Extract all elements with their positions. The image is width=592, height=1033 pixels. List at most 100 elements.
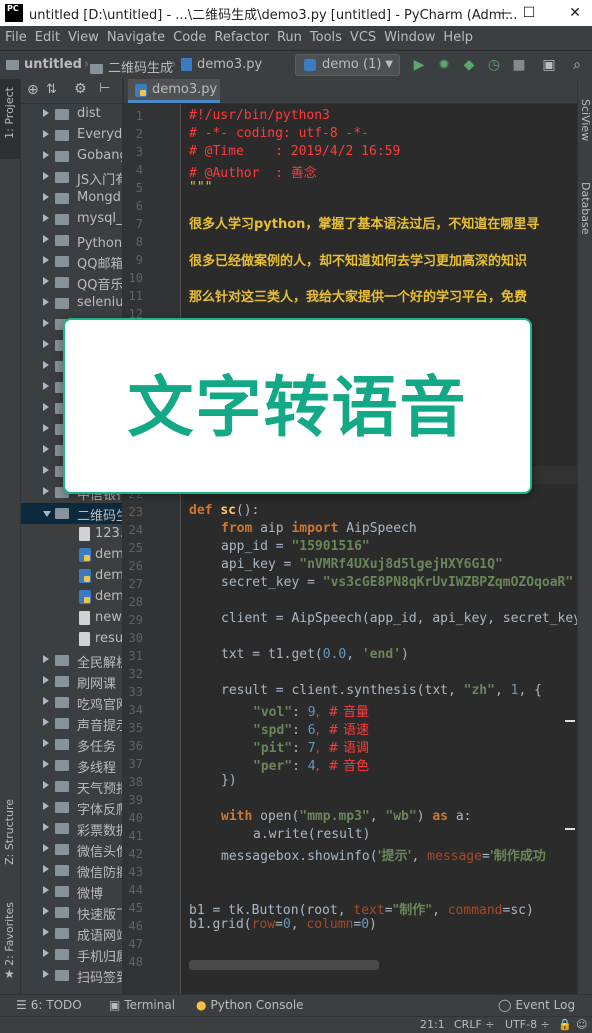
tool-tab-structure[interactable]: Z: Structure bbox=[3, 799, 16, 865]
expand-right-arrow-icon[interactable] bbox=[43, 760, 49, 768]
tree-item[interactable]: 声音提示 bbox=[21, 713, 122, 734]
expand-right-arrow-icon[interactable] bbox=[43, 970, 49, 978]
menu-code[interactable]: Code bbox=[169, 26, 210, 50]
expand-right-arrow-icon[interactable] bbox=[43, 907, 49, 915]
tree-item[interactable]: seleniu bbox=[21, 293, 122, 314]
tool-tab-sciview[interactable]: SciView bbox=[579, 99, 592, 141]
tree-item[interactable]: 吃鸡官网 bbox=[21, 692, 122, 713]
expand-right-arrow-icon[interactable] bbox=[43, 697, 49, 705]
expand-right-arrow-icon[interactable] bbox=[43, 151, 49, 159]
run-configuration-select[interactable]: demo (1) ▼ bbox=[295, 54, 400, 76]
tree-item[interactable]: 扫码签到 bbox=[21, 965, 122, 986]
expand-right-arrow-icon[interactable] bbox=[43, 298, 49, 306]
scope-icon[interactable]: ⊕ bbox=[27, 82, 39, 98]
tree-item[interactable]: 微信防撤 bbox=[21, 860, 122, 881]
expand-right-arrow-icon[interactable] bbox=[43, 319, 49, 327]
tool-tab-favorites[interactable]: 2: Favorites bbox=[3, 902, 16, 966]
expand-right-arrow-icon[interactable] bbox=[43, 781, 49, 789]
tree-item[interactable]: 刷网课 bbox=[21, 671, 122, 692]
menu-refactor[interactable]: Refactor bbox=[210, 26, 273, 50]
expand-right-arrow-icon[interactable] bbox=[43, 214, 49, 222]
menu-window[interactable]: Window bbox=[380, 26, 439, 50]
expand-right-arrow-icon[interactable] bbox=[43, 277, 49, 285]
expand-right-arrow-icon[interactable] bbox=[43, 466, 49, 474]
expand-right-arrow-icon[interactable] bbox=[43, 172, 49, 180]
tree-item[interactable]: JS入门有 bbox=[21, 167, 122, 188]
tree-item[interactable]: dem bbox=[21, 587, 122, 608]
expand-right-arrow-icon[interactable] bbox=[43, 928, 49, 936]
tree-item[interactable]: 123.j bbox=[21, 524, 122, 545]
tree-item[interactable]: 微信头像 bbox=[21, 839, 122, 860]
tree-item[interactable]: QQ音乐 bbox=[21, 272, 122, 293]
expand-right-arrow-icon[interactable] bbox=[43, 844, 49, 852]
expand-right-arrow-icon[interactable] bbox=[43, 949, 49, 957]
code-editor[interactable]: #!/usr/bin/python3 # -*- coding: utf-8 -… bbox=[181, 104, 577, 994]
tree-item[interactable]: 微博 bbox=[21, 881, 122, 902]
breadcrumb-folder[interactable]: 二维码生成 bbox=[90, 57, 173, 76]
caret-position[interactable]: 21:1 bbox=[420, 1018, 445, 1031]
expand-right-arrow-icon[interactable] bbox=[43, 193, 49, 201]
expand-right-arrow-icon[interactable] bbox=[43, 235, 49, 243]
expand-right-arrow-icon[interactable] bbox=[43, 865, 49, 873]
debug-icon[interactable]: ✹ bbox=[435, 56, 453, 74]
tree-item[interactable]: Gobang bbox=[21, 146, 122, 167]
menu-navigate[interactable]: Navigate bbox=[103, 26, 169, 50]
expand-right-arrow-icon[interactable] bbox=[43, 403, 49, 411]
stop-icon[interactable]: ■ bbox=[510, 56, 528, 74]
expand-right-arrow-icon[interactable] bbox=[43, 886, 49, 894]
tree-item[interactable]: 手机归属 bbox=[21, 944, 122, 965]
tree-item[interactable]: Mongdl bbox=[21, 188, 122, 209]
tree-item[interactable]: dem bbox=[21, 545, 122, 566]
tree-item[interactable]: dist bbox=[21, 104, 122, 125]
menu-help[interactable]: Help bbox=[439, 26, 477, 50]
file-encoding[interactable]: UTF-8 ÷ bbox=[505, 1018, 550, 1031]
hide-panel-icon[interactable]: ⊢ bbox=[99, 81, 110, 96]
expand-right-arrow-icon[interactable] bbox=[43, 340, 49, 348]
expand-right-arrow-icon[interactable] bbox=[43, 718, 49, 726]
expand-right-arrow-icon[interactable] bbox=[43, 445, 49, 453]
tree-item[interactable]: Python齐 bbox=[21, 230, 122, 251]
settings-gear-icon[interactable]: ⚙ bbox=[74, 81, 87, 97]
search-everywhere-icon[interactable]: ⌕ bbox=[568, 56, 586, 74]
menu-view[interactable]: View bbox=[64, 26, 103, 50]
tree-item[interactable]: 成语网站 bbox=[21, 923, 122, 944]
menu-tools[interactable]: Tools bbox=[306, 26, 346, 50]
tool-python-console[interactable]: ● Python Console bbox=[196, 998, 304, 1012]
expand-down-arrow-icon[interactable] bbox=[43, 511, 51, 517]
tool-todo[interactable]: ☰ 6: TODO bbox=[16, 998, 82, 1012]
expand-right-arrow-icon[interactable] bbox=[43, 361, 49, 369]
menu-file[interactable]: File bbox=[1, 26, 31, 50]
tree-item[interactable]: 快速版飞 bbox=[21, 902, 122, 923]
tool-terminal[interactable]: ▣ Terminal bbox=[109, 998, 175, 1012]
expand-right-arrow-icon[interactable] bbox=[43, 823, 49, 831]
expand-right-arrow-icon[interactable] bbox=[43, 676, 49, 684]
expand-right-arrow-icon[interactable] bbox=[43, 739, 49, 747]
tree-item[interactable]: 全民解析 bbox=[21, 650, 122, 671]
profile-icon[interactable]: ◷ bbox=[485, 56, 503, 74]
tree-item[interactable]: new1 bbox=[21, 608, 122, 629]
tool-tab-database[interactable]: Database bbox=[579, 182, 592, 235]
tree-item[interactable]: resul bbox=[21, 629, 122, 650]
close-button[interactable]: ✕ bbox=[560, 2, 590, 24]
tree-item[interactable]: 天气预报 bbox=[21, 776, 122, 797]
expand-right-arrow-icon[interactable] bbox=[43, 424, 49, 432]
menu-edit[interactable]: Edit bbox=[31, 26, 64, 50]
expand-right-arrow-icon[interactable] bbox=[43, 487, 49, 495]
collapse-icon[interactable]: ⇅ bbox=[46, 82, 57, 97]
vcs-icon[interactable]: ▣ bbox=[540, 56, 558, 74]
lock-icon[interactable]: 🔒 bbox=[558, 1018, 572, 1031]
tree-item[interactable]: 彩票数据 bbox=[21, 818, 122, 839]
maximize-button[interactable]: ☐ bbox=[514, 2, 544, 24]
tool-event-log[interactable]: ◯ Event Log bbox=[498, 998, 575, 1012]
expand-right-arrow-icon[interactable] bbox=[43, 655, 49, 663]
run-icon[interactable]: ▶ bbox=[410, 56, 428, 74]
menu-vcs[interactable]: VCS bbox=[346, 26, 380, 50]
expand-right-arrow-icon[interactable] bbox=[43, 256, 49, 264]
tool-tab-project[interactable]: 1: Project bbox=[3, 87, 16, 139]
line-separator[interactable]: CRLF ÷ bbox=[454, 1018, 495, 1031]
tree-item[interactable]: mysql_c bbox=[21, 209, 122, 230]
breadcrumb-file[interactable]: demo3.py bbox=[181, 57, 262, 72]
inspection-icon[interactable]: ☺ bbox=[576, 1018, 587, 1031]
expand-right-arrow-icon[interactable] bbox=[43, 802, 49, 810]
tree-item[interactable]: 多任务 bbox=[21, 734, 122, 755]
